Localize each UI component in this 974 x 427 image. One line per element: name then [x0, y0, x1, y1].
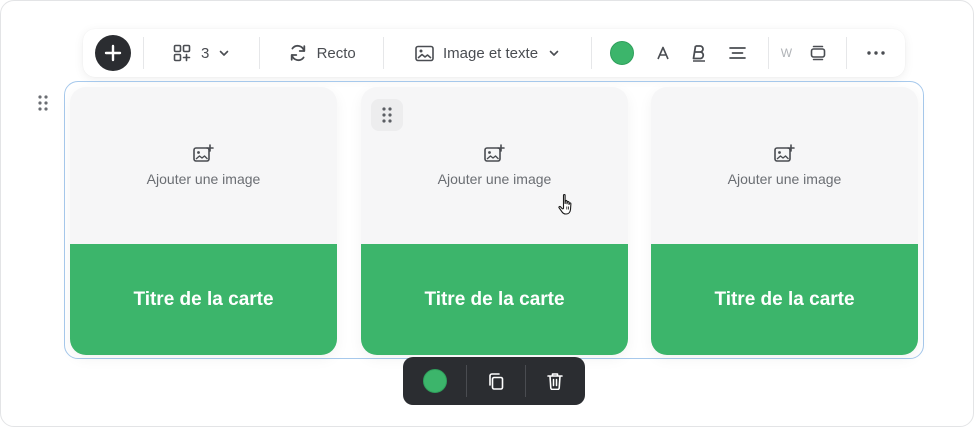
add-image-icon: [774, 144, 795, 162]
card-color-button[interactable]: [403, 357, 466, 405]
add-image-icon: [484, 144, 505, 162]
card-title[interactable]: Titre de la carte: [424, 289, 564, 311]
add-block-button[interactable]: [95, 35, 131, 71]
card-drag-handle[interactable]: [371, 99, 403, 131]
drag-handle-icon: [38, 95, 48, 111]
card-row[interactable]: Ajouter une image Titre de la carte Ajou…: [64, 81, 924, 359]
chevron-down-icon: [549, 50, 559, 56]
image-icon: [415, 45, 434, 61]
align-button[interactable]: [724, 29, 752, 77]
layout-dropdown[interactable]: Image et texte: [384, 29, 591, 77]
card-action-toolbar: [403, 357, 585, 405]
card[interactable]: Ajouter une image Titre de la carte: [651, 87, 918, 355]
chevron-down-icon: [219, 50, 229, 56]
plus-icon: [104, 44, 122, 62]
row-drag-handle[interactable]: [36, 93, 50, 113]
grid-icon: [173, 44, 191, 62]
card-color-picker[interactable]: [592, 29, 652, 77]
align-icon: [729, 47, 746, 59]
card-style-icon: [810, 45, 826, 61]
add-image-label: Ajouter une image: [437, 171, 552, 187]
columns-dropdown[interactable]: 3: [144, 29, 260, 77]
more-icon: [867, 51, 885, 55]
add-image-label: Ajouter une image: [146, 171, 261, 187]
card-title[interactable]: Titre de la carte: [714, 289, 854, 311]
more-options-button[interactable]: [847, 29, 905, 77]
bold-icon: [692, 45, 705, 62]
card-face-label: Recto: [316, 44, 356, 62]
bold-button[interactable]: [674, 29, 724, 77]
color-swatch: [422, 369, 447, 393]
card-title[interactable]: Titre de la carte: [133, 289, 273, 311]
card-title-area[interactable]: Titre de la carte: [70, 244, 337, 355]
add-image-area[interactable]: Ajouter une image: [651, 87, 918, 244]
card-face-toggle[interactable]: Recto: [260, 29, 383, 77]
card-title-area[interactable]: Titre de la carte: [361, 244, 628, 355]
card-title-area[interactable]: Titre de la carte: [651, 244, 918, 355]
trash-icon: [547, 373, 563, 390]
card-style-button[interactable]: [804, 29, 832, 77]
columns-count: 3: [200, 44, 210, 62]
card[interactable]: Ajouter une image Titre de la carte: [70, 87, 337, 355]
block-toolbar: 3 Recto Image et texte W: [83, 29, 905, 77]
add-image-icon: [193, 144, 214, 162]
size-letter: W: [780, 46, 793, 60]
duplicate-card-button[interactable]: [467, 357, 525, 405]
add-image-area[interactable]: Ajouter une image: [70, 87, 337, 244]
delete-card-button[interactable]: [526, 357, 584, 405]
text-color-button[interactable]: [652, 29, 674, 77]
color-swatch: [609, 41, 634, 65]
refresh-icon: [290, 44, 305, 62]
card[interactable]: Ajouter une image Titre de la carte: [361, 87, 628, 355]
drag-handle-icon: [382, 107, 392, 123]
size-button[interactable]: W: [769, 29, 805, 77]
add-image-label: Ajouter une image: [727, 171, 842, 187]
copy-icon: [489, 372, 504, 390]
layout-label: Image et texte: [442, 44, 539, 62]
text-color-icon: [657, 46, 669, 60]
editor-canvas: 3 Recto Image et texte W Ajouter une ima…: [0, 0, 974, 427]
